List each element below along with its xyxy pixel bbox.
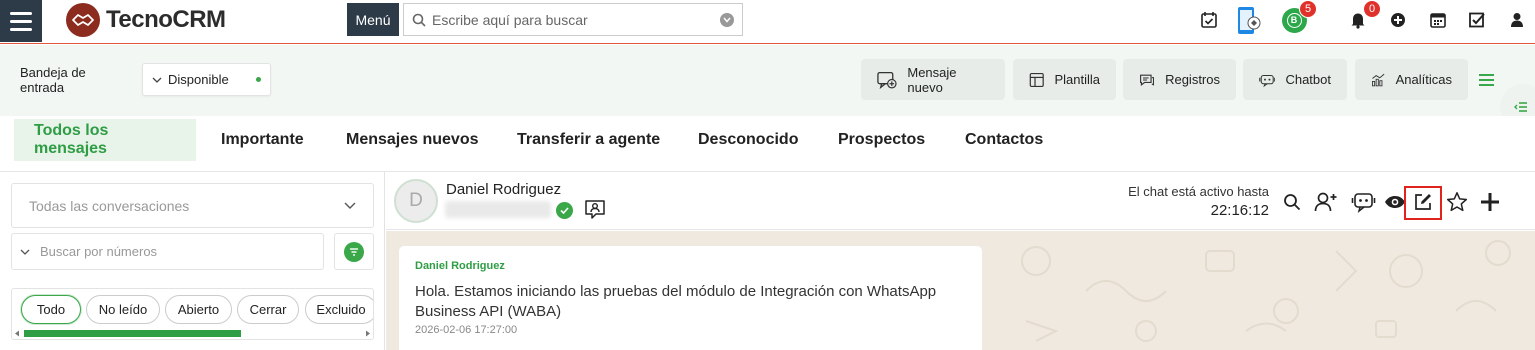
phone-app-icon[interactable] xyxy=(1233,5,1263,37)
calendar-check-icon[interactable] xyxy=(1196,7,1222,33)
template-button[interactable]: Plantilla xyxy=(1013,59,1116,100)
template-icon xyxy=(1029,72,1044,87)
chip-no-leido[interactable]: No leído xyxy=(86,295,160,324)
chip-todo[interactable]: Todo xyxy=(21,295,81,324)
blurred-phone-number xyxy=(445,201,551,218)
message-tabs: Todos los mensajes Importante Mensajes n… xyxy=(0,116,1535,172)
tab-todos-los-mensajes[interactable]: Todos los mensajes xyxy=(14,119,196,161)
star-icon[interactable] xyxy=(1444,189,1470,215)
message-sender: Daniel Rodriguez xyxy=(415,260,505,272)
template-label: Plantilla xyxy=(1054,72,1100,87)
user-icon[interactable] xyxy=(1504,7,1530,33)
chip-excluido[interactable]: Excluido xyxy=(305,295,373,324)
analytics-icon xyxy=(1372,73,1385,86)
brand-name: TecnoCRM xyxy=(106,6,226,33)
chevron-down-icon xyxy=(152,77,162,83)
records-icon xyxy=(1140,74,1154,86)
search-icon xyxy=(412,13,426,27)
records-label: Registros xyxy=(1165,72,1220,87)
number-search-input[interactable] xyxy=(40,244,315,259)
search-icon[interactable] xyxy=(1279,189,1305,215)
status-chip-row: Todo No leído Abierto Cerrar Excluido xyxy=(11,288,374,340)
status-dot xyxy=(256,77,261,82)
new-message-label: Mensaje nuevo xyxy=(907,64,957,95)
chat-active-time: 22:16:12 xyxy=(1210,202,1269,219)
chatbot-button[interactable]: Chatbot xyxy=(1243,59,1347,100)
edit-note-icon[interactable] xyxy=(1410,189,1436,215)
agent-status-dropdown[interactable]: Disponible xyxy=(142,63,271,96)
chevron-down-icon xyxy=(344,202,356,209)
chip-scrollbar[interactable] xyxy=(14,329,371,337)
contact-card-icon[interactable] xyxy=(584,198,606,220)
tab-transferir-a-agente[interactable]: Transferir a agente xyxy=(497,119,680,161)
avatar[interactable]: D xyxy=(394,179,438,223)
contact-name: Daniel Rodriguez xyxy=(446,181,562,198)
top-bar: TecnoCRM Menú B 5 0 xyxy=(0,0,1535,44)
conversation-filter-dropdown[interactable]: Todas las conversaciones xyxy=(11,183,374,228)
agent-status-value: Disponible xyxy=(168,72,229,87)
tab-contactos[interactable]: Contactos xyxy=(945,119,1063,161)
chip-abierto[interactable]: Abierto xyxy=(165,295,232,324)
calendar-icon[interactable] xyxy=(1425,7,1451,33)
conversation-list-panel: Todas las conversaciones Todo No leído A… xyxy=(0,172,385,350)
brand-logo[interactable]: TecnoCRM xyxy=(66,2,226,38)
chat-messages-area: Daniel Rodriguez Hola. Estamos iniciando… xyxy=(386,231,1535,350)
analytics-label: Analíticas xyxy=(1395,72,1452,87)
whatsapp-business-icon[interactable]: B 5 xyxy=(1281,0,1317,33)
new-message-icon xyxy=(877,71,897,89)
menu-button[interactable]: Menú xyxy=(347,3,399,36)
message-timestamp: 2026-02-06 17:27:00 xyxy=(415,324,518,336)
checkbox-icon[interactable] xyxy=(1464,7,1490,33)
tab-importante[interactable]: Importante xyxy=(201,119,324,161)
plus-icon[interactable] xyxy=(1477,189,1503,215)
chatbot-icon[interactable] xyxy=(1351,189,1377,215)
tab-mensajes-nuevos[interactable]: Mensajes nuevos xyxy=(326,119,499,161)
new-message-button[interactable]: Mensaje nuevo xyxy=(861,59,1005,100)
plus-circle-icon[interactable] xyxy=(1385,7,1411,33)
tab-desconocido[interactable]: Desconocido xyxy=(678,119,818,161)
add-user-icon[interactable] xyxy=(1313,189,1339,215)
search-input[interactable] xyxy=(432,11,714,28)
chat-header: D Daniel Rodriguez El chat está activo h… xyxy=(386,172,1535,230)
hamburger-menu-button[interactable] xyxy=(0,0,42,42)
whatsapp-badge-count: 5 xyxy=(1299,0,1317,18)
filter-button[interactable] xyxy=(334,233,374,270)
handshake-logo-icon xyxy=(66,3,100,37)
number-search[interactable] xyxy=(11,233,324,270)
scroll-right-icon xyxy=(366,330,370,337)
inbox-header: Bandeja de entrada Disponible Mensaje nu… xyxy=(0,45,1535,116)
message-text: Hola. Estamos iniciando las pruebas del … xyxy=(415,283,937,320)
conversation-filter-value: Todas las conversaciones xyxy=(29,197,190,214)
chevron-down-icon[interactable] xyxy=(720,12,734,27)
filter-icon xyxy=(344,241,364,262)
analytics-button[interactable]: Analíticas xyxy=(1355,59,1468,100)
records-button[interactable]: Registros xyxy=(1123,59,1236,100)
verified-check-icon xyxy=(556,202,573,219)
inbox-label: Bandeja de entrada xyxy=(20,65,86,95)
more-menu-icon[interactable] xyxy=(1479,74,1494,86)
collapse-list-icon xyxy=(1514,102,1527,112)
chatbot-icon xyxy=(1259,74,1276,87)
chatbot-label: Chatbot xyxy=(1285,72,1331,87)
global-search[interactable] xyxy=(403,3,743,36)
scrollbar-thumb[interactable] xyxy=(24,330,241,337)
notification-badge-count: 0 xyxy=(1363,0,1381,18)
chevron-down-icon xyxy=(20,249,30,255)
chat-active-label: El chat está activo hasta xyxy=(1128,184,1269,199)
chip-cerrar[interactable]: Cerrar xyxy=(237,295,299,324)
scroll-left-icon xyxy=(15,330,19,337)
bell-icon[interactable]: 0 xyxy=(1345,0,1381,33)
tab-prospectos[interactable]: Prospectos xyxy=(818,119,945,161)
message-bubble: Daniel Rodriguez Hola. Estamos iniciando… xyxy=(399,246,982,350)
